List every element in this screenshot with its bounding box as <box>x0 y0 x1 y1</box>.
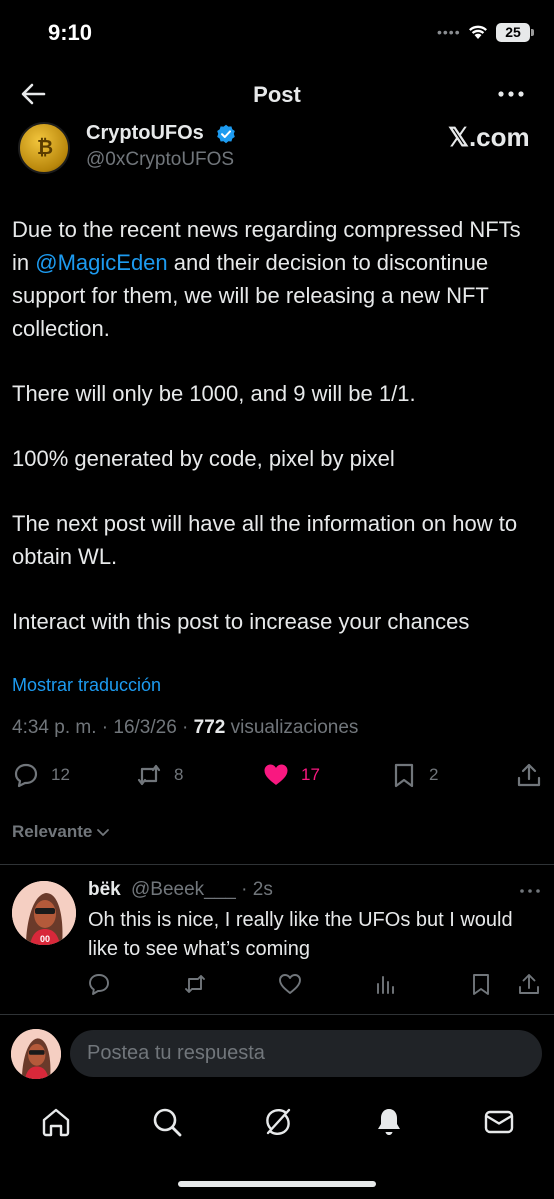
svg-text:00: 00 <box>40 934 50 944</box>
status-time: 9:10 <box>48 20 93 45</box>
post-actions: 12 8 17 2 <box>0 760 554 792</box>
reply-count: 12 <box>51 765 70 784</box>
post-timestamp: 4:34 p. m. · 16/3/26 · <box>12 717 194 738</box>
reply-more-icon[interactable] <box>519 882 541 900</box>
home-indicator[interactable] <box>178 1181 376 1187</box>
post-header: Post <box>0 70 554 118</box>
signal-icon: •••• <box>437 24 461 40</box>
home-icon[interactable] <box>40 1106 72 1138</box>
x-com-logo: 𝕏.com <box>448 122 530 152</box>
reply-avatar[interactable]: 00 <box>12 881 76 945</box>
divider <box>0 864 554 865</box>
author-avatar[interactable]: ₿ <box>18 122 70 174</box>
like-button[interactable]: 17 <box>263 760 320 790</box>
reply-author-name[interactable]: bëk <box>88 879 121 901</box>
divider <box>0 1014 554 1015</box>
show-translation-link[interactable]: Mostrar traducción <box>12 675 161 696</box>
reply-icon <box>14 763 38 788</box>
author-name[interactable]: CryptoUFOs <box>86 122 204 145</box>
status-bar: 9:10 •••• 25 <box>0 0 554 66</box>
reply-text: Oh this is nice, I really like the UFOs … <box>88 909 513 960</box>
bookmark-count: 2 <box>429 765 439 784</box>
views-icon[interactable] <box>374 972 398 996</box>
reply-composer <box>0 1018 554 1090</box>
views-count: 772 <box>193 717 226 738</box>
post-meta: 4:34 p. m. · 16/3/26 · 772 visualizacion… <box>12 717 358 739</box>
own-avatar-art <box>11 1029 61 1079</box>
share-button[interactable] <box>516 760 554 790</box>
more-icon[interactable] <box>497 82 525 106</box>
battery-cap <box>531 29 534 36</box>
own-avatar[interactable] <box>11 1029 61 1079</box>
grok-icon[interactable] <box>262 1106 294 1138</box>
post-paragraph: Due to the recent news regarding compres… <box>12 213 542 345</box>
post-text: Due to the recent news regarding compres… <box>12 213 542 670</box>
mail-icon[interactable] <box>483 1106 515 1138</box>
bottom-nav <box>0 1098 554 1148</box>
post-paragraph: 100% generated by code, pixel by pixel <box>12 446 395 471</box>
repost-button[interactable]: 8 <box>136 760 183 790</box>
bookmark-button[interactable]: 2 <box>391 760 438 790</box>
coin-glyph: ₿ <box>36 137 54 159</box>
sort-label: Relevante <box>12 822 93 841</box>
search-icon[interactable] <box>151 1106 183 1138</box>
post-paragraph: The next post will have all the informat… <box>12 511 518 569</box>
share-icon[interactable] <box>517 972 541 996</box>
repost-icon[interactable] <box>183 972 207 996</box>
views-label: visualizaciones <box>225 717 359 738</box>
reply-icon[interactable] <box>87 972 111 996</box>
heart-icon[interactable] <box>278 972 302 996</box>
battery-indicator: 25 <box>496 23 530 42</box>
chevron-down-icon <box>97 829 110 836</box>
mention-link[interactable]: @MagicEden <box>35 250 167 275</box>
reply-author-handle[interactable]: @Beeek___ · 2s <box>131 879 273 901</box>
repost-icon <box>137 764 161 786</box>
like-count: 17 <box>301 765 320 784</box>
author-handle[interactable]: @0xCryptoUFOS <box>86 149 234 171</box>
reply-input[interactable] <box>70 1030 542 1077</box>
page-title: Post <box>253 82 301 107</box>
repost-count: 8 <box>174 765 184 784</box>
verified-icon <box>217 124 235 144</box>
bell-icon[interactable] <box>373 1106 405 1138</box>
heart-icon <box>264 764 288 785</box>
wifi-icon <box>469 25 487 39</box>
reply-button[interactable]: 12 <box>13 760 70 790</box>
sort-replies-dropdown[interactable]: Relevante <box>12 822 110 842</box>
bookmark-icon <box>394 763 414 788</box>
bookmark-icon[interactable] <box>469 972 493 996</box>
post-paragraph: There will only be 1000, and 9 will be 1… <box>12 381 416 406</box>
reply-avatar-art: 00 <box>12 881 76 945</box>
share-icon <box>517 763 541 787</box>
post-paragraph: Interact with this post to increase your… <box>12 609 470 634</box>
reply-actions <box>0 972 554 998</box>
